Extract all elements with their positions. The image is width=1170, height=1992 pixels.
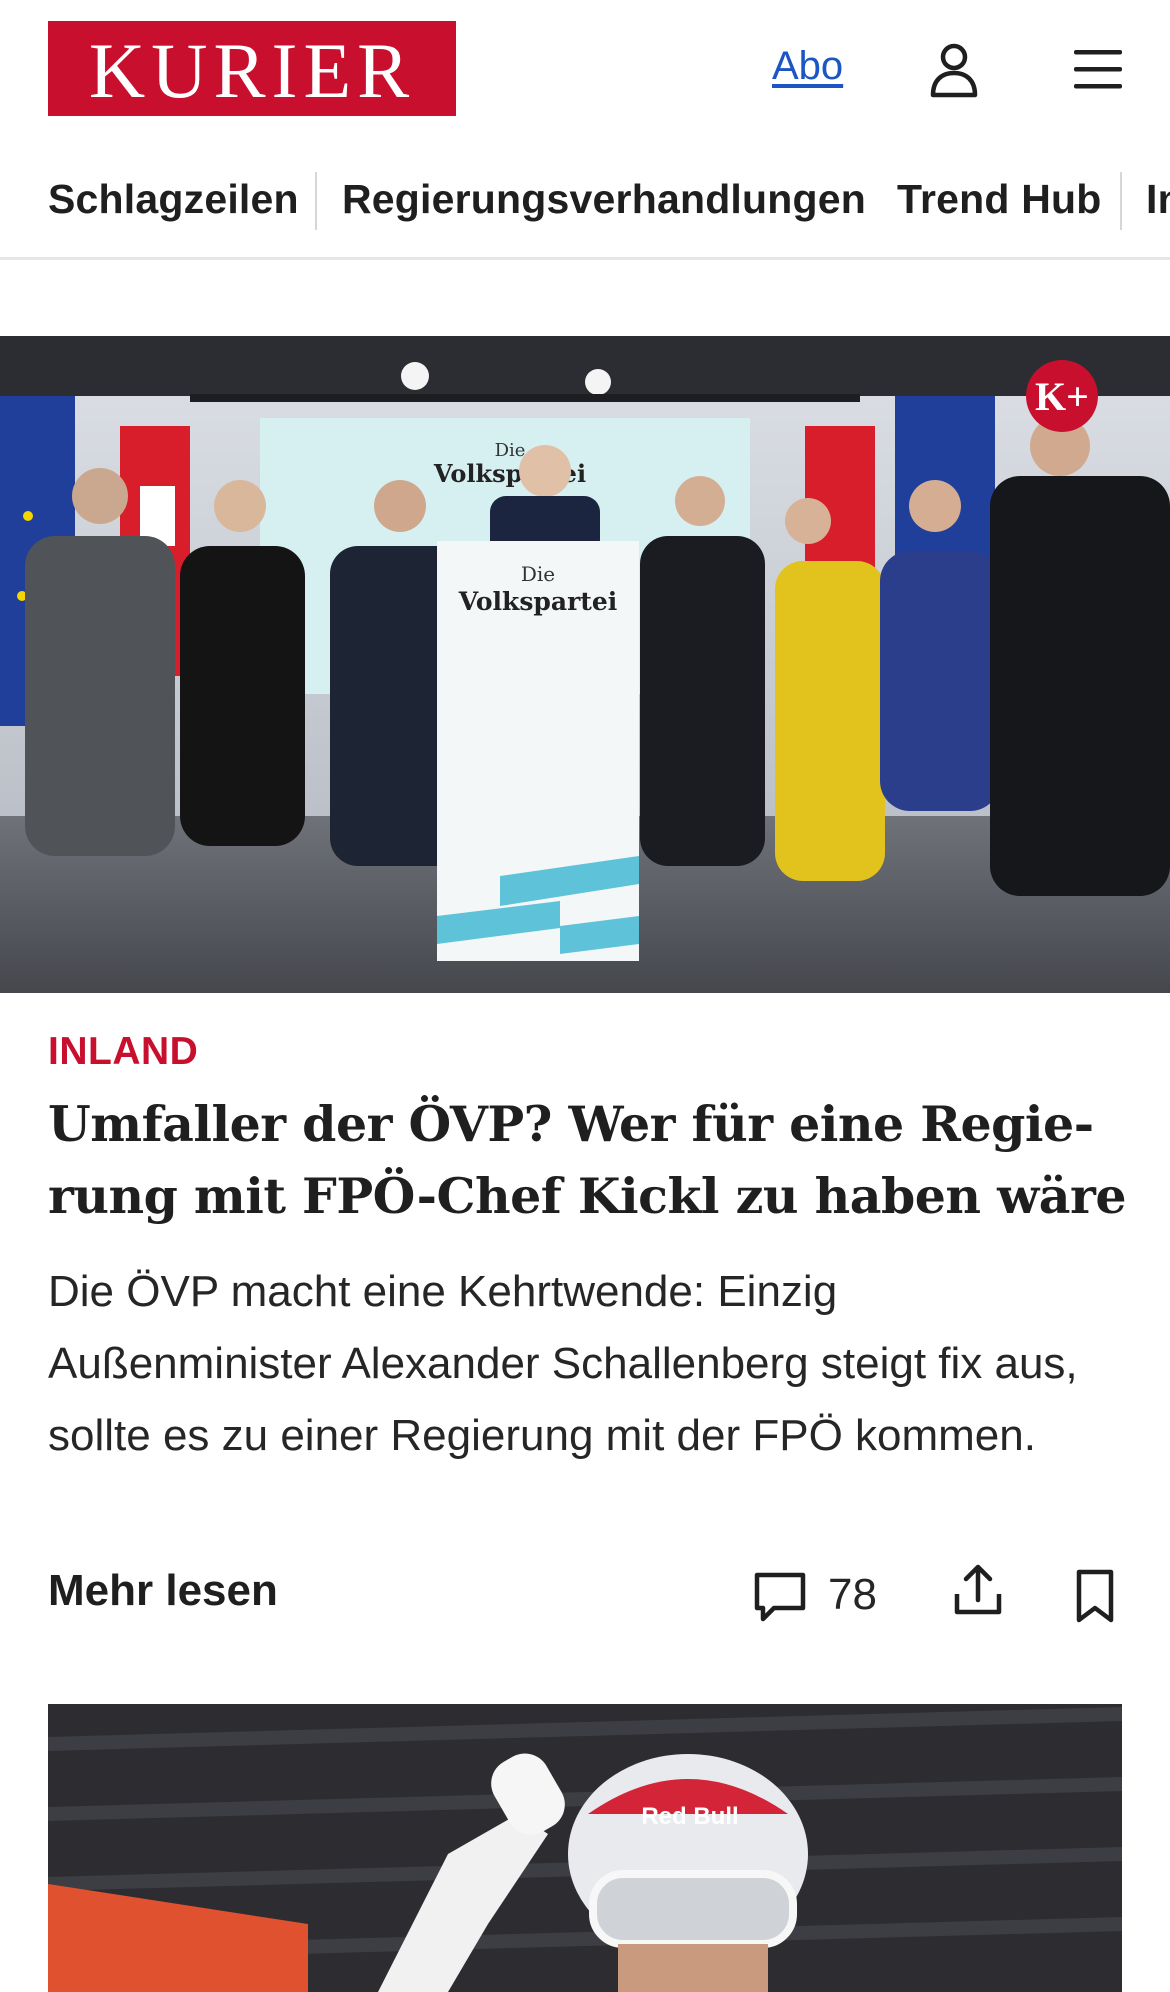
user-icon[interactable] bbox=[928, 42, 980, 98]
nav-item-trend-hub[interactable]: Trend Hub bbox=[897, 176, 1102, 223]
second-article-image[interactable]: Red Bull bbox=[48, 1704, 1122, 1992]
screen-text-top: Die bbox=[495, 440, 526, 461]
nav-item-inland[interactable]: In bbox=[1146, 176, 1170, 223]
podium-text-bottom: Volkspartei bbox=[458, 587, 617, 616]
kurier-logo[interactable]: KURIER bbox=[48, 21, 456, 116]
second-photo: Red Bull bbox=[48, 1704, 1122, 1992]
section-nav: Schlagzeilen Regierungsverhandlungen Tre… bbox=[0, 162, 1170, 260]
k-plus-badge: K+ bbox=[1026, 360, 1098, 432]
article-teaser: Die ÖVP macht eine Kehrtwende: Einzig Au… bbox=[48, 1267, 1078, 1460]
site-header: KURIER Abo bbox=[0, 0, 1170, 138]
headline-line-1: Umfaller der ÖVP? Wer für eine Regie- bbox=[48, 1095, 1094, 1153]
nav-separator bbox=[1120, 172, 1122, 230]
comment-icon[interactable] bbox=[752, 1568, 808, 1626]
logo-text: KURIER bbox=[88, 26, 416, 114]
nav-item-schlagzeilen[interactable]: Schlagzeilen bbox=[48, 176, 299, 223]
article-category[interactable]: INLAND bbox=[48, 1030, 198, 1074]
hero-photo: Die Volkspartei Die Volkspartei bbox=[0, 336, 1170, 993]
nav-separator bbox=[315, 172, 317, 230]
article-headline[interactable]: Umfaller der ÖVP? Wer für eine Regie- ru… bbox=[48, 1088, 1128, 1232]
read-more-link[interactable]: Mehr lesen bbox=[48, 1566, 278, 1616]
bookmark-icon[interactable] bbox=[1074, 1568, 1116, 1624]
nav-item-regierungsverhandlungen[interactable]: Regierungsverhandlungen bbox=[342, 176, 866, 223]
menu-icon[interactable] bbox=[1072, 46, 1124, 92]
hero-image[interactable]: Die Volkspartei Die Volkspartei bbox=[0, 336, 1170, 993]
share-icon[interactable] bbox=[952, 1562, 1004, 1620]
comment-count[interactable]: 78 bbox=[828, 1570, 877, 1620]
headline-line-2: rung mit FPÖ-Chef Kickl zu haben wäre bbox=[48, 1167, 1127, 1225]
helmet-text: Red Bull bbox=[641, 1803, 738, 1830]
podium-text-top: Die bbox=[521, 562, 555, 586]
abo-link[interactable]: Abo bbox=[772, 44, 843, 89]
